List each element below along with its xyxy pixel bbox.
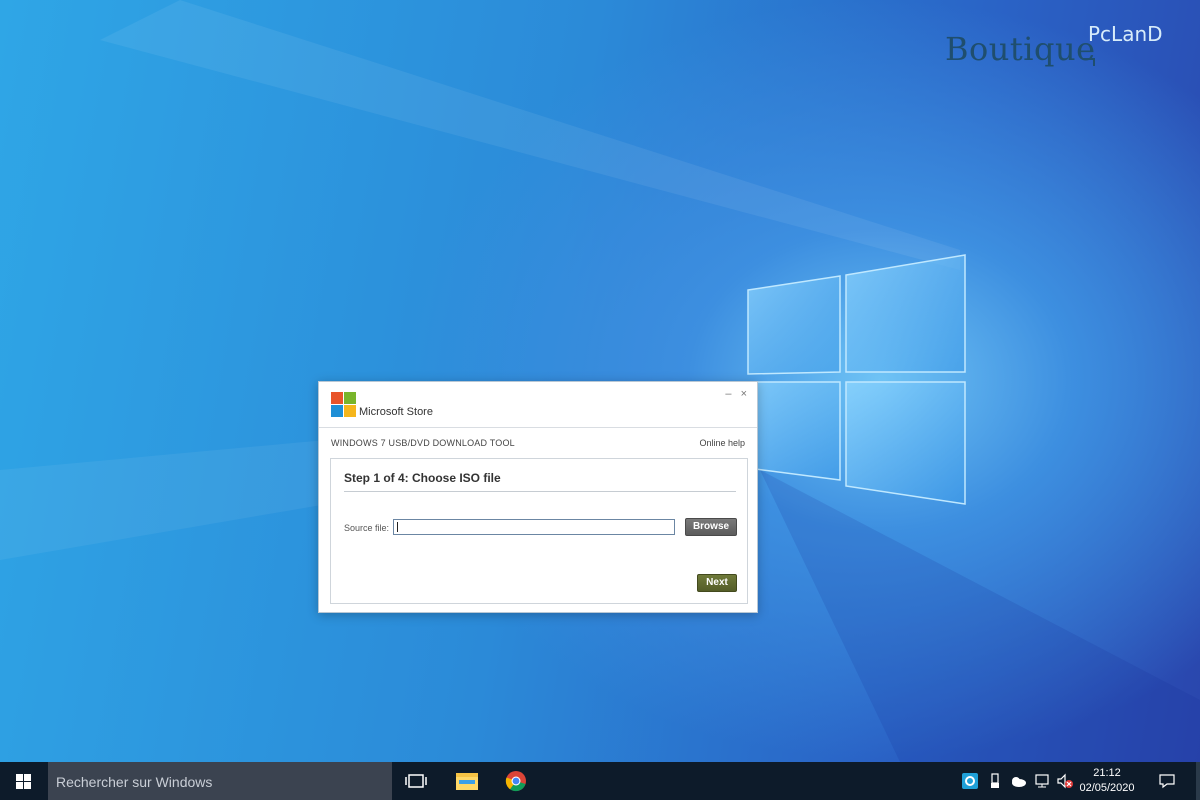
search-placeholder: Rechercher sur Windows xyxy=(56,774,213,790)
taskbar: Rechercher sur Windows 21:12 02/05/2020 xyxy=(0,762,1200,800)
task-view-icon[interactable] xyxy=(404,770,428,792)
minimize-button[interactable]: – xyxy=(725,388,731,400)
tool-title: WINDOWS 7 USB/DVD DOWNLOAD TOOL xyxy=(331,438,515,448)
chrome-icon[interactable] xyxy=(504,770,528,792)
close-button[interactable]: × xyxy=(741,388,747,400)
clock-date: 02/05/2020 xyxy=(1079,782,1135,794)
notifications-icon[interactable] xyxy=(1158,773,1175,789)
window-controls: – × xyxy=(719,388,747,400)
network-icon[interactable] xyxy=(1033,773,1049,789)
watermark-mark xyxy=(1083,58,1095,66)
edge-icon[interactable] xyxy=(962,773,978,789)
source-file-label: Source file: xyxy=(344,523,390,533)
desktop: Boutique PcLanD Microsoft Store – × WIND… xyxy=(0,0,1200,762)
usb-icon[interactable] xyxy=(987,773,1003,789)
watermark-accent-text: PcLanD xyxy=(1088,22,1163,46)
clock-time: 21:12 xyxy=(1093,767,1121,779)
browse-button[interactable]: Browse xyxy=(685,518,737,536)
microsoft-store-logo-icon xyxy=(331,392,357,418)
text-caret xyxy=(397,522,398,532)
step-title: Step 1 of 4: Choose ISO file xyxy=(344,471,501,485)
online-help-link[interactable]: Online help xyxy=(699,438,745,448)
watermark-logo: Boutique PcLanD xyxy=(945,22,1185,72)
windows-logo-wallpaper-icon xyxy=(747,254,966,505)
header-divider xyxy=(319,427,757,428)
system-clock[interactable]: 21:12 02/05/2020 xyxy=(1072,766,1142,796)
taskbar-search-box[interactable]: Rechercher sur Windows xyxy=(48,762,392,800)
step-divider xyxy=(344,491,736,492)
watermark-text: Boutique xyxy=(945,30,1096,68)
source-file-input[interactable] xyxy=(393,519,675,535)
volume-muted-icon[interactable] xyxy=(1056,773,1073,789)
usb-dvd-download-tool-window: Microsoft Store – × WINDOWS 7 USB/DVD DO… xyxy=(318,381,758,613)
file-explorer-icon[interactable] xyxy=(455,770,479,792)
show-desktop-button[interactable] xyxy=(1196,762,1200,800)
onedrive-icon[interactable] xyxy=(1009,773,1026,789)
windows-start-icon xyxy=(16,774,31,789)
step-panel: Step 1 of 4: Choose ISO file Source file… xyxy=(330,458,748,604)
next-button[interactable]: Next xyxy=(697,574,737,592)
start-button[interactable] xyxy=(0,762,48,800)
brand-label: Microsoft Store xyxy=(359,406,433,418)
